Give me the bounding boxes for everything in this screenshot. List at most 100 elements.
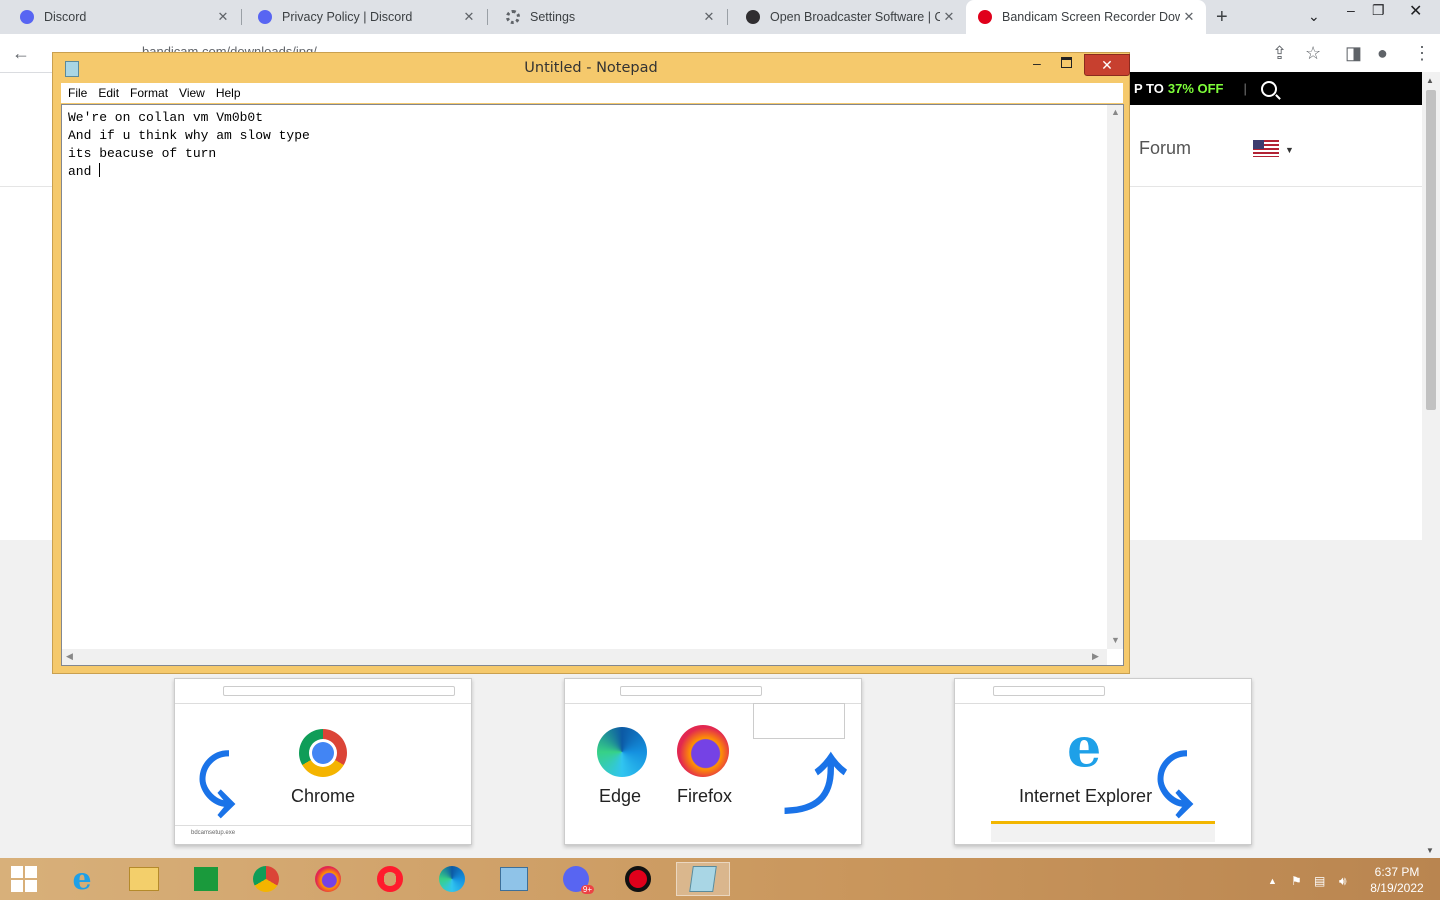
tab-settings[interactable]: Settings ✕ [486, 0, 726, 34]
taskbar-firefox[interactable] [308, 862, 348, 896]
close-icon[interactable]: ✕ [460, 9, 478, 25]
scroll-up-icon[interactable]: ▲ [1426, 76, 1434, 85]
share-icon[interactable]: ⇪ [1272, 43, 1287, 64]
notepad-menu-bar: File Edit Format View Help [61, 83, 1123, 103]
close-icon[interactable]: ✕ [1180, 9, 1198, 25]
vertical-scrollbar[interactable]: ▲ ▼ [1107, 105, 1123, 649]
new-tab-button[interactable]: + [1216, 6, 1228, 29]
promo-banner[interactable]: P TO 37% OFF | [1120, 72, 1422, 105]
mini-browser-toolbar [175, 679, 471, 704]
system-clock[interactable]: 6:37 PM 8/19/2022 [1368, 864, 1426, 896]
bandicam-icon [978, 10, 992, 24]
scroll-up-icon[interactable]: ▲ [1111, 107, 1120, 117]
clock-time: 6:37 PM [1374, 865, 1420, 879]
tab-label: Privacy Policy | Discord [282, 10, 413, 24]
page-scrollbar[interactable]: ▲ ▼ [1422, 72, 1440, 858]
control-panel-icon [500, 867, 528, 891]
notepad-icon [689, 866, 717, 892]
taskbar-control-panel[interactable] [494, 862, 534, 896]
downloads-popup [753, 703, 845, 739]
tab-privacy-policy[interactable]: Privacy Policy | Discord ✕ [240, 0, 486, 34]
internet-explorer-icon: e [72, 861, 92, 897]
tab-label: Discord [44, 10, 87, 24]
menu-view[interactable]: View [179, 86, 205, 100]
taskbar-opera[interactable] [370, 862, 410, 896]
browser-label: Edge [599, 786, 642, 806]
tab-search-icon[interactable]: ⌄ [1308, 8, 1320, 25]
mini-address-bar [620, 686, 762, 696]
minimize-button[interactable]: – [1033, 55, 1041, 71]
maximize-button[interactable] [1061, 57, 1072, 68]
notepad-window[interactable]: Untitled - Notepad – ✕ File Edit Format … [52, 52, 1130, 674]
close-icon[interactable]: ✕ [700, 9, 718, 25]
window-restore-button[interactable]: ❐ [1372, 2, 1385, 19]
scrollbar-thumb[interactable] [1426, 90, 1436, 410]
browser-label: Internet Explorer [1019, 786, 1153, 806]
start-button[interactable] [4, 862, 44, 896]
edge-icon [439, 866, 465, 892]
firefox-icon [315, 866, 341, 892]
window-minimize-button[interactable]: – [1347, 2, 1355, 18]
chrome-logo-icon [299, 729, 347, 777]
close-icon[interactable]: ✕ [214, 9, 232, 25]
tab-bandicam[interactable]: Bandicam Screen Recorder Download ✕ [966, 0, 1206, 34]
tab-discord[interactable]: Discord ✕ [0, 0, 240, 34]
search-icon[interactable] [1260, 80, 1277, 97]
close-button[interactable]: ✕ [1084, 54, 1130, 76]
taskbar-discord[interactable]: 9+ [556, 862, 596, 896]
network-icon[interactable]: ▤ [1314, 874, 1325, 888]
chrome-download-card: ⤹ Chrome bdcamsetup.exe [174, 678, 472, 845]
discord-icon [20, 10, 34, 24]
taskbar-bandicam[interactable] [618, 862, 658, 896]
download-filename: bdcamsetup.exe [191, 830, 236, 836]
internet-explorer-logo-icon: e [1067, 715, 1102, 779]
windows-logo-icon [11, 866, 37, 892]
promo-discount: 37% OFF [1167, 81, 1224, 96]
profile-icon[interactable]: ● [1377, 43, 1388, 64]
ie-notification-bar [991, 821, 1215, 842]
taskbar-edge[interactable] [432, 862, 472, 896]
chrome-icon [253, 866, 279, 892]
taskbar-file-explorer[interactable] [124, 862, 164, 896]
scroll-down-icon[interactable]: ▼ [1111, 635, 1120, 645]
close-icon[interactable]: ✕ [940, 9, 958, 25]
taskbar-internet-explorer[interactable]: e [62, 861, 102, 897]
window-close-button[interactable]: ✕ [1409, 1, 1422, 21]
nav-forum-link[interactable]: Forum [1139, 138, 1191, 159]
horizontal-scrollbar[interactable]: ◀ ▶ [62, 649, 1107, 665]
side-panel-icon[interactable]: ◨ [1345, 43, 1362, 64]
more-menu-icon[interactable]: ⋮ [1413, 43, 1431, 64]
volume-icon[interactable]: 🔊︎ [1339, 874, 1347, 889]
bandicam-record-icon [625, 866, 651, 892]
back-icon[interactable]: ← [12, 43, 30, 64]
scroll-left-icon[interactable]: ◀ [66, 651, 73, 662]
menu-help[interactable]: Help [216, 86, 241, 100]
text-cursor [99, 163, 101, 177]
edge-logo-icon [597, 727, 647, 777]
scroll-right-icon[interactable]: ▶ [1092, 651, 1099, 662]
arrow-down-left-icon: ⤹ [197, 744, 236, 816]
notification-badge: 9+ [580, 885, 594, 894]
opera-icon [377, 866, 403, 892]
menu-format[interactable]: Format [130, 86, 168, 100]
tab-obs[interactable]: Open Broadcaster Software | OBS ✕ [726, 0, 966, 34]
chevron-down-icon[interactable]: ▼ [1285, 145, 1294, 155]
menu-edit[interactable]: Edit [98, 86, 119, 100]
arrow-down-left-icon: ⤹ [1155, 744, 1194, 816]
obs-icon [746, 10, 760, 24]
us-flag-icon[interactable] [1253, 140, 1279, 157]
taskbar-store[interactable] [186, 862, 226, 896]
browser-label: Chrome [291, 786, 356, 806]
folder-icon [129, 867, 159, 891]
notepad-text-area[interactable]: We're on collan vm Vm0b0t And if u think… [61, 104, 1124, 666]
promo-divider: | [1243, 81, 1247, 96]
taskbar-chrome[interactable] [246, 862, 286, 896]
edge-firefox-download-card: Edge Firefox ⤴ [564, 678, 862, 845]
mini-address-bar [993, 686, 1105, 696]
bookmark-star-icon[interactable]: ☆ [1305, 43, 1321, 64]
taskbar-notepad[interactable] [676, 862, 730, 896]
show-hidden-icons[interactable]: ▲ [1268, 876, 1277, 886]
action-center-flag-icon[interactable]: ⚑ [1291, 874, 1302, 888]
scroll-down-icon[interactable]: ▼ [1426, 846, 1434, 855]
menu-file[interactable]: File [68, 86, 87, 100]
